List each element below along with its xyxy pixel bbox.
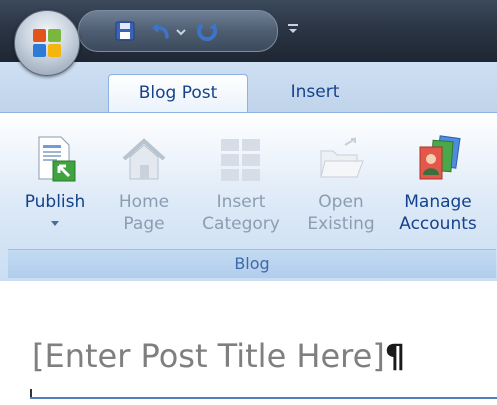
insert-category-button: Insert Category [194, 113, 288, 249]
open-existing-label-1: Open [318, 192, 364, 212]
folder-open-icon [320, 137, 364, 178]
home-page-label-2: Page [123, 214, 165, 234]
open-existing-label-2: Existing [307, 214, 375, 234]
post-title-placeholder[interactable]: [Enter Post Title Here]¶ [32, 337, 405, 375]
quick-access-toolbar [78, 10, 278, 52]
publish-button[interactable]: Publish [10, 113, 100, 249]
title-underline [30, 397, 497, 399]
group-label-blog: Blog [234, 254, 270, 273]
undo-icon[interactable] [149, 19, 173, 43]
home-page-button: Home Page [108, 113, 180, 249]
open-existing-button: Open Existing [296, 113, 386, 249]
office-logo-icon [33, 29, 61, 57]
ribbon-panel: Publish Home Page Insert Category Open E… [0, 112, 497, 281]
insert-category-label-2: Category [202, 214, 280, 234]
pilcrow-mark: ¶ [384, 337, 406, 375]
post-title-text: [Enter Post Title Here] [32, 337, 385, 375]
tab-insert[interactable]: Insert [270, 74, 360, 112]
publish-dropdown-arrow[interactable] [51, 221, 59, 226]
save-icon[interactable] [113, 19, 137, 43]
category-icon [221, 139, 260, 181]
insert-category-label-1: Insert [216, 192, 266, 212]
office-button[interactable] [14, 10, 80, 76]
manage-accounts-label-1: Manage [404, 192, 472, 212]
undo-dropdown-icon[interactable] [175, 19, 187, 43]
text-cursor [30, 389, 32, 397]
accounts-icon [419, 135, 461, 180]
publish-label: Publish [24, 192, 86, 212]
home-page-label-1: Home [118, 192, 170, 212]
manage-accounts-label-2: Accounts [399, 214, 477, 234]
publish-icon [38, 136, 76, 182]
customize-qat-icon[interactable] [286, 20, 300, 36]
ribbon-group-footer: Blog [8, 249, 496, 278]
document-area[interactable]: [Enter Post Title Here]¶ [0, 281, 497, 405]
redo-icon[interactable] [195, 19, 221, 43]
manage-accounts-button[interactable]: Manage Accounts [388, 113, 488, 249]
tab-blog-post[interactable]: Blog Post [108, 74, 248, 113]
home-icon [122, 138, 166, 180]
